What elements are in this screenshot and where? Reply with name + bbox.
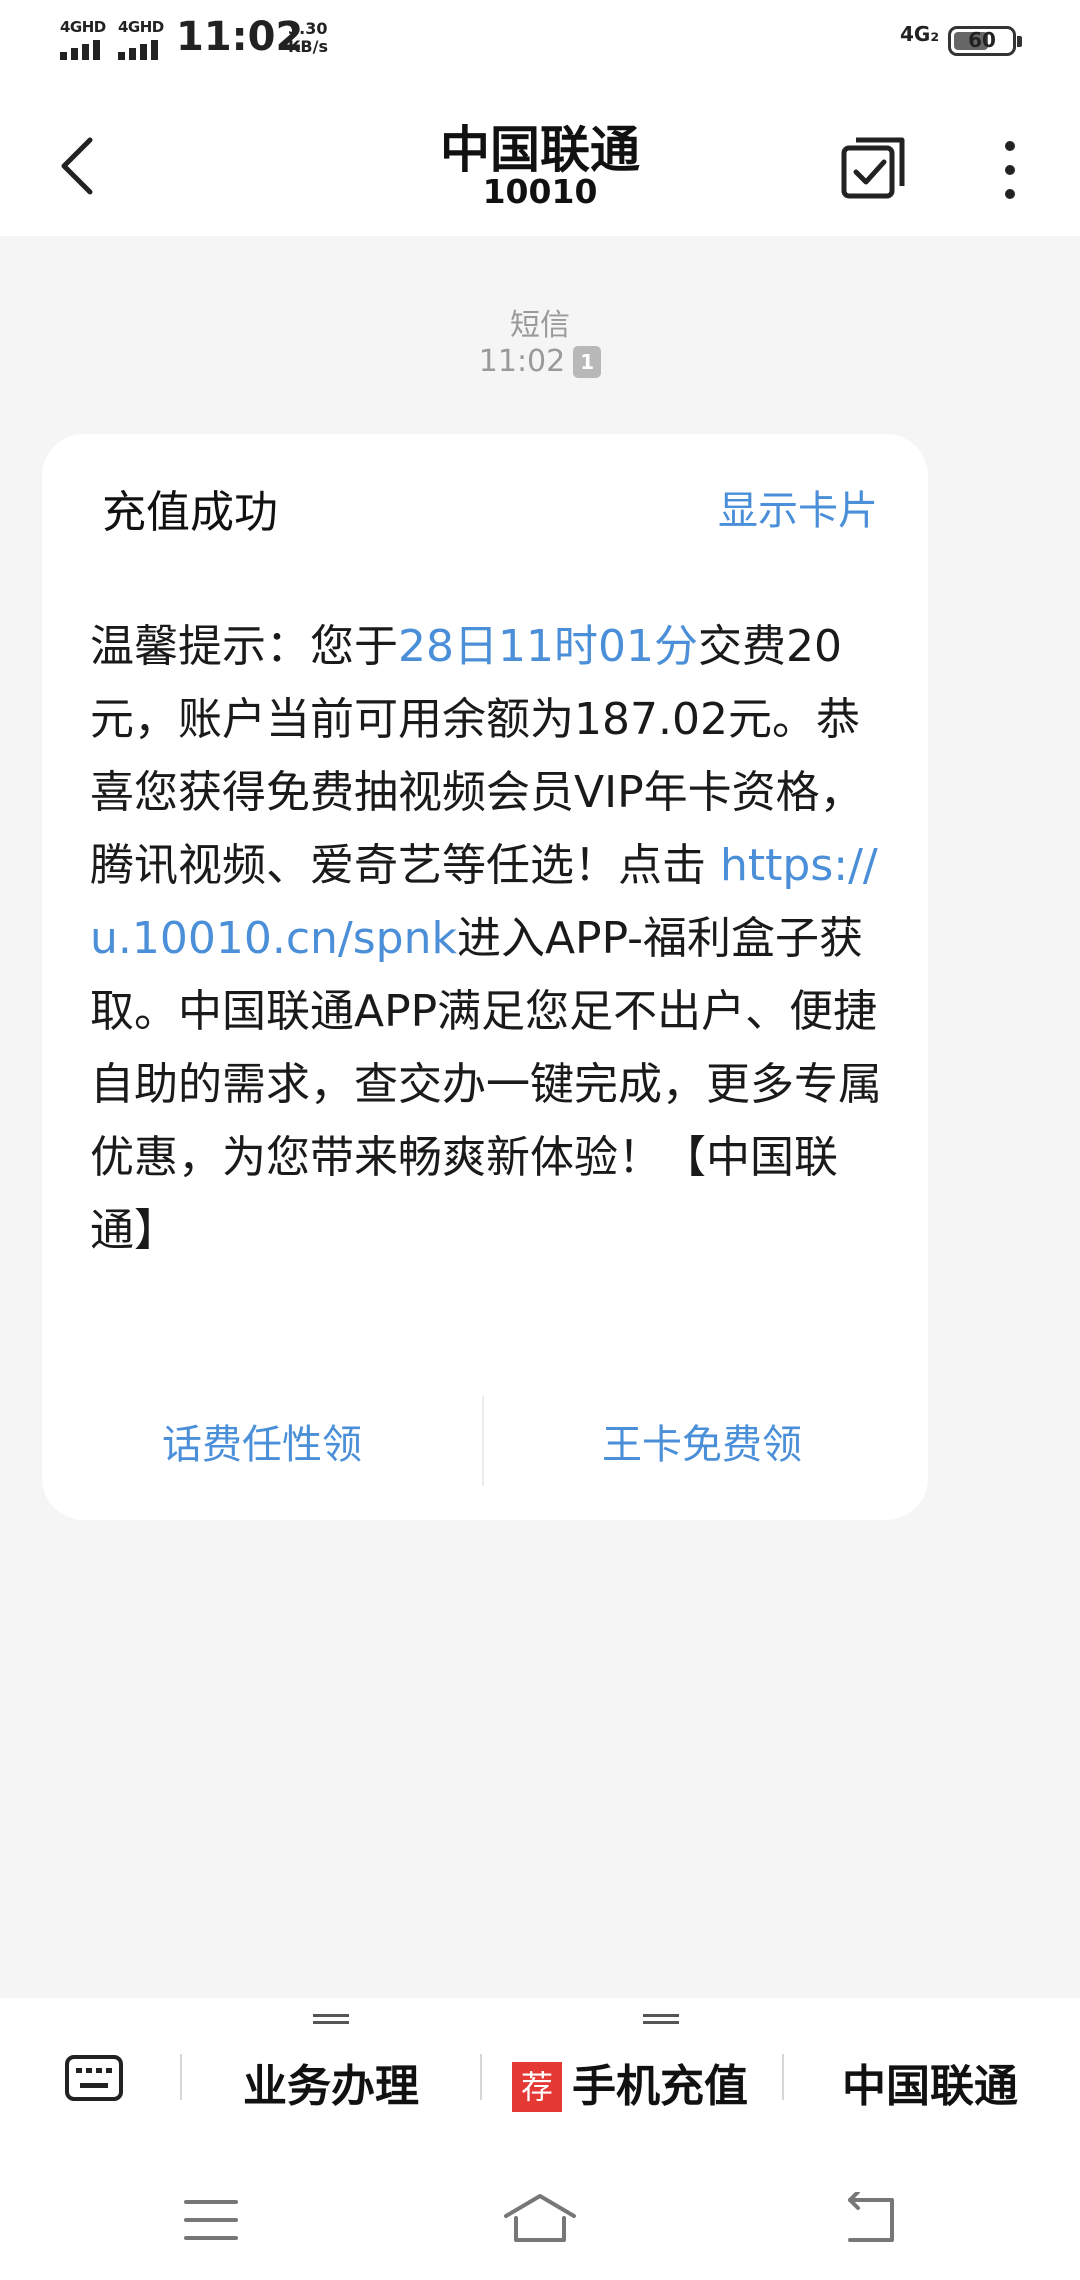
message-body: 温馨提示：您于28日11时01分交费20元，账户当前可用余额为187.02元。恭… (90, 610, 890, 1267)
nav-menu-button[interactable] (172, 2192, 252, 2248)
more-vertical-icon (1005, 141, 1015, 199)
message-text-part3: 进入APP-福利盒子获取。中国联通APP满足您足不出户、便捷自助的需求，查交办一… (90, 913, 882, 1256)
message-time: 11:02 (478, 344, 566, 379)
multi-select-button[interactable] (838, 134, 908, 204)
menu-separator (782, 2054, 784, 2100)
message-text-part1: 温馨提示：您于 (90, 621, 398, 672)
home-icon (504, 2194, 576, 2242)
message-time-link[interactable]: 28日11时01分 (398, 621, 698, 672)
sim2-network-type: 4GHD (118, 18, 164, 36)
system-navigation-bar (0, 2150, 1080, 2280)
action-button-right[interactable]: 王卡免费领 (502, 1412, 902, 1470)
checkbox-icon (841, 137, 905, 199)
nav-back-button[interactable] (830, 2190, 910, 2248)
card-title: 充值成功 (102, 487, 278, 538)
recommend-tag: 荐 (512, 2062, 562, 2112)
submenu-indicator-icon (643, 2014, 679, 2024)
menu-separator (480, 2054, 482, 2100)
submenu-indicator-icon (313, 2014, 349, 2024)
menu-item-business[interactable]: 业务办理 (243, 2050, 419, 2114)
back-icon (848, 2190, 894, 2242)
network-speed: 3.30 KB/s (288, 20, 328, 56)
show-card-button[interactable]: 显示卡片 (718, 478, 878, 536)
status-bar: 4GHD 4GHD 11:02 3.30 KB/s 4G₂ 60 (0, 0, 1080, 84)
more-options-button[interactable] (990, 134, 1030, 204)
menu-item-recharge[interactable]: 荐手机充值 (512, 2050, 748, 2114)
service-menu-bar: 业务办理 荐手机充值 中国联通 (0, 1998, 1080, 2150)
action-divider (482, 1396, 484, 1486)
menu-icon (184, 2200, 238, 2240)
menu-separator (180, 2054, 182, 2100)
nav-home-button[interactable] (500, 2192, 580, 2248)
sim1-network-type: 4GHD (60, 18, 106, 36)
message-timestamp-row: 11:02 1 (0, 344, 1080, 379)
battery-icon: 60 (948, 26, 1022, 56)
conversation-header: 中国联通 10010 (0, 84, 1080, 236)
sim-badge-icon: 1 (573, 346, 602, 378)
network-speed-value: 3.30 (288, 19, 328, 38)
action-button-left[interactable]: 话费任性领 (62, 1412, 462, 1470)
contact-number: 10010 (482, 172, 598, 211)
sim2-signal-icon: 4GHD (118, 18, 168, 62)
message-card[interactable]: 充值成功 显示卡片 温馨提示：您于28日11时01分交费20元，账户当前可用余额… (42, 434, 928, 1520)
message-type-label: 短信 (510, 308, 570, 343)
status-time: 11:02 (176, 14, 304, 60)
network-type-right: 4G₂ (900, 22, 940, 46)
keyboard-icon (65, 2055, 123, 2101)
keyboard-toggle-button[interactable] (64, 2054, 124, 2102)
menu-item-unicom[interactable]: 中国联通 (842, 2050, 1018, 2114)
battery-percent: 60 (968, 28, 996, 52)
menu-item-recharge-label: 手机充值 (572, 2061, 748, 2112)
network-speed-unit: KB/s (288, 37, 328, 56)
sim1-signal-icon: 4GHD (60, 18, 110, 62)
